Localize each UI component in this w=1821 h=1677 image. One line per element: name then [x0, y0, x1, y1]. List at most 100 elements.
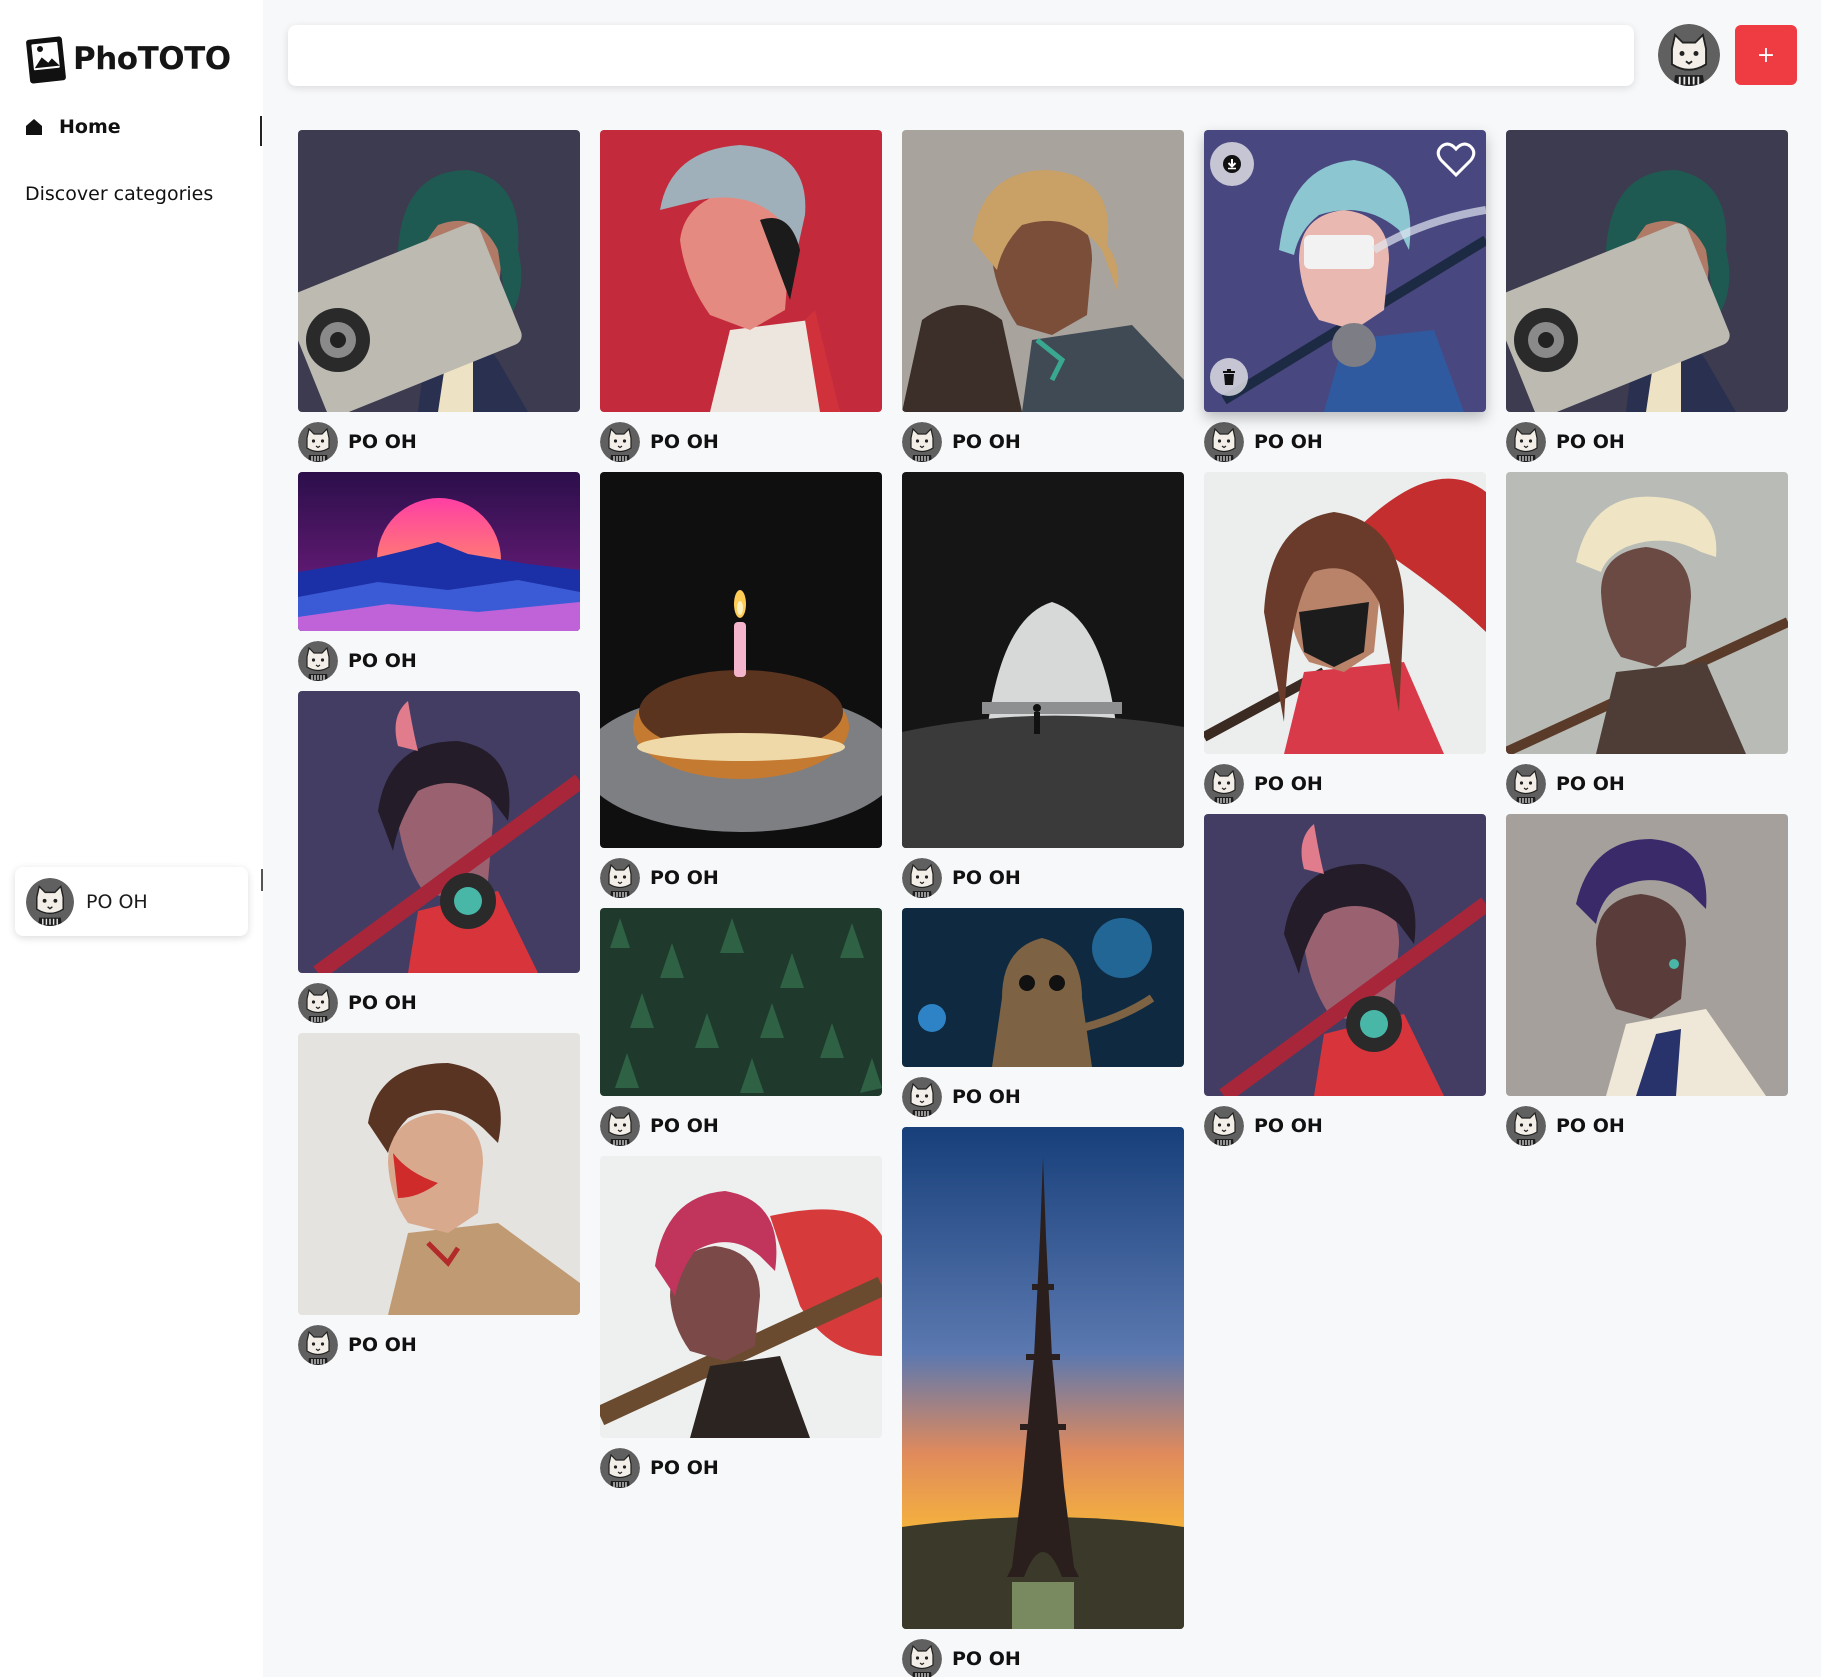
- pin-card: PO OH: [298, 130, 580, 462]
- pin-card: PO OH: [600, 130, 882, 462]
- avatar: [298, 641, 338, 681]
- pin-card: PO OH: [902, 1127, 1184, 1677]
- avatar: [298, 983, 338, 1023]
- profile-card[interactable]: PO OH: [15, 867, 248, 936]
- pin-image[interactable]: [902, 908, 1184, 1067]
- pin-grid: PO OH PO OH PO OH PO OH PO OH PO OH PO O…: [298, 130, 1788, 1677]
- pin-card: PO OH: [1204, 130, 1486, 462]
- pin-card: PO OH: [1204, 472, 1486, 804]
- pin-column: PO OH PO OH: [298, 130, 580, 1365]
- pin-image[interactable]: [600, 130, 882, 412]
- pin-column: PO OH PO OH: [1506, 130, 1788, 1146]
- avatar: [1506, 1106, 1546, 1146]
- author-name: PO OH: [952, 1648, 1021, 1670]
- avatar: [1506, 422, 1546, 462]
- app-name: PhoTOTO: [73, 41, 231, 77]
- pin-author[interactable]: PO OH: [1204, 764, 1486, 804]
- pin-card: PO OH: [902, 130, 1184, 462]
- pin-column: PO OH PO OH: [600, 130, 882, 1488]
- pin-author[interactable]: PO OH: [298, 422, 580, 462]
- pin-image[interactable]: [1506, 814, 1788, 1096]
- author-name: PO OH: [348, 431, 417, 453]
- author-name: PO OH: [650, 867, 719, 889]
- sidebar-item-home[interactable]: Home: [25, 116, 121, 138]
- avatar: [1204, 1106, 1244, 1146]
- avatar: [902, 1077, 942, 1117]
- author-name: PO OH: [348, 650, 417, 672]
- pin-image[interactable]: [1506, 130, 1788, 412]
- sidebar-item-discover-categories[interactable]: Discover categories: [25, 183, 213, 205]
- pin-author[interactable]: PO OH: [600, 1106, 882, 1146]
- sidebar: PhoTOTO Home Discover categories PO OH: [0, 0, 263, 1677]
- photo-logo-icon: [26, 36, 66, 84]
- pin-image[interactable]: [1204, 814, 1486, 1096]
- pin-card: PO OH: [1506, 472, 1788, 804]
- author-name: PO OH: [1556, 1115, 1625, 1137]
- add-pin-button[interactable]: +: [1735, 25, 1797, 85]
- pin-author[interactable]: PO OH: [600, 858, 882, 898]
- delete-button[interactable]: [1210, 358, 1248, 396]
- author-name: PO OH: [952, 1086, 1021, 1108]
- pin-image[interactable]: [600, 908, 882, 1096]
- pin-image[interactable]: [1204, 130, 1486, 412]
- search-input[interactable]: [288, 25, 1634, 86]
- author-name: PO OH: [1254, 1115, 1323, 1137]
- pin-card: PO OH: [600, 1156, 882, 1488]
- pin-card: PO OH: [298, 1033, 580, 1365]
- pin-image[interactable]: [298, 1033, 580, 1315]
- pin-image[interactable]: [298, 130, 580, 412]
- active-nav-indicator: [260, 116, 262, 146]
- pin-card: PO OH: [600, 908, 882, 1146]
- pin-image[interactable]: [902, 472, 1184, 848]
- author-name: PO OH: [952, 867, 1021, 889]
- author-name: PO OH: [650, 431, 719, 453]
- profile-indicator: [261, 869, 263, 891]
- pin-column: PO OH PO OH: [902, 130, 1184, 1677]
- pin-image[interactable]: [1506, 472, 1788, 754]
- pin-author[interactable]: PO OH: [902, 1639, 1184, 1677]
- pin-image[interactable]: [600, 472, 882, 848]
- pin-column: PO OH PO OH: [1204, 130, 1486, 1146]
- pin-author[interactable]: PO OH: [600, 1448, 882, 1488]
- pin-image[interactable]: [902, 130, 1184, 412]
- author-name: PO OH: [1556, 773, 1625, 795]
- pin-author[interactable]: PO OH: [1204, 1106, 1486, 1146]
- download-icon: [1223, 155, 1241, 173]
- pin-author[interactable]: PO OH: [902, 1077, 1184, 1117]
- download-button[interactable]: [1210, 142, 1254, 186]
- avatar: [298, 1325, 338, 1365]
- author-name: PO OH: [1254, 431, 1323, 453]
- pin-author[interactable]: PO OH: [298, 983, 580, 1023]
- pin-image[interactable]: [298, 472, 580, 631]
- header-avatar[interactable]: [1658, 24, 1720, 86]
- pin-author[interactable]: PO OH: [1204, 422, 1486, 462]
- pin-card: PO OH: [1506, 130, 1788, 462]
- pin-author[interactable]: PO OH: [1506, 422, 1788, 462]
- avatar: [902, 1639, 942, 1677]
- pin-author[interactable]: PO OH: [902, 858, 1184, 898]
- pin-author[interactable]: PO OH: [902, 422, 1184, 462]
- pin-card: PO OH: [1204, 814, 1486, 1146]
- pin-card: PO OH: [298, 691, 580, 1023]
- pin-author[interactable]: PO OH: [1506, 1106, 1788, 1146]
- logo[interactable]: PhoTOTO: [25, 33, 231, 85]
- pin-author[interactable]: PO OH: [1506, 764, 1788, 804]
- pin-author[interactable]: PO OH: [298, 1325, 580, 1365]
- sidebar-item-label: Home: [59, 116, 121, 138]
- heart-icon[interactable]: [1436, 142, 1476, 178]
- pin-image[interactable]: [902, 1127, 1184, 1629]
- avatar: [298, 422, 338, 462]
- pin-author[interactable]: PO OH: [298, 641, 580, 681]
- author-name: PO OH: [952, 431, 1021, 453]
- pin-image[interactable]: [1204, 472, 1486, 754]
- pin-image[interactable]: [298, 691, 580, 973]
- pin-author[interactable]: PO OH: [600, 422, 882, 462]
- avatar: [600, 1106, 640, 1146]
- pin-image[interactable]: [600, 1156, 882, 1438]
- author-name: PO OH: [650, 1457, 719, 1479]
- pin-card: PO OH: [600, 472, 882, 898]
- avatar: [600, 1448, 640, 1488]
- author-name: PO OH: [1556, 431, 1625, 453]
- avatar: [902, 858, 942, 898]
- avatar: [600, 422, 640, 462]
